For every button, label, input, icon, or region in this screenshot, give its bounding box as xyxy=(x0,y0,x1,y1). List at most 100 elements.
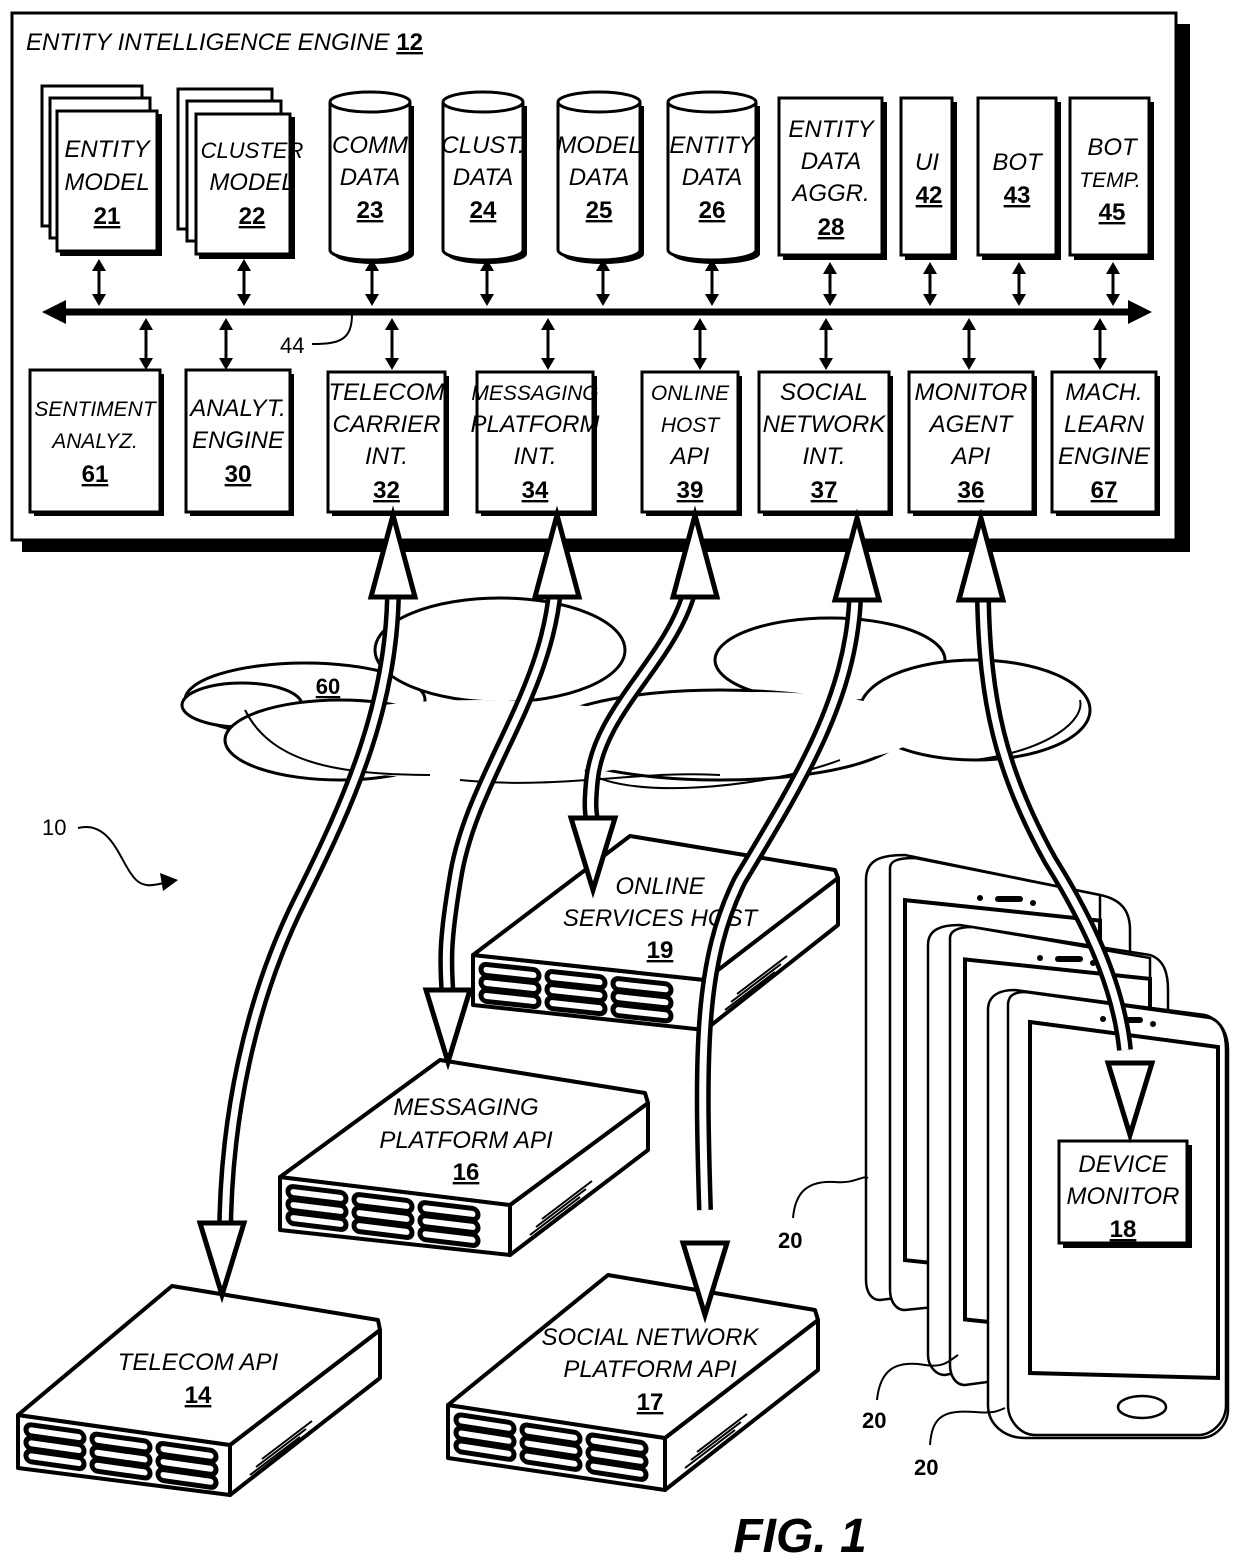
telecom-api-ref: 14 xyxy=(185,1382,212,1409)
aggr-label-3: AGGR. xyxy=(790,180,869,207)
cluster-model-label-2: MODEL xyxy=(209,169,294,196)
entity-model-ref: 21 xyxy=(94,203,121,230)
mach-learn-engine-67: MACH. LEARN ENGINE 67 xyxy=(1050,370,1160,516)
aggr-ref: 28 xyxy=(818,214,845,241)
messaging-platform-api-ref: 16 xyxy=(453,1159,480,1186)
social-network-platform-api-label-1: SOCIAL NETWORK xyxy=(542,1324,760,1351)
messaging-platform-int-label-2: PLATFORM xyxy=(471,411,600,438)
figure-label: FIG. 1 xyxy=(733,1510,866,1563)
analyt-engine-ref: 30 xyxy=(225,461,252,488)
clust-data-ref: 24 xyxy=(470,197,497,224)
analyt-engine-label-1: ANALYT. xyxy=(188,395,286,422)
social-network-int-label-2: NETWORK xyxy=(763,411,887,438)
server-messaging-platform-api-16: MESSAGING PLATFORM API 16 xyxy=(278,1058,650,1257)
model-data-label-1: MODEL xyxy=(556,132,641,159)
analyt-engine-label-2: ENGINE xyxy=(192,427,285,454)
monitor-agent-api-36: MONITOR AGENT API 36 xyxy=(907,370,1037,516)
bot-43: BOT 43 xyxy=(976,96,1061,260)
monitor-agent-api-label-3: API xyxy=(950,443,991,470)
comm-data-ref: 23 xyxy=(357,197,384,224)
mach-learn-engine-label-3: ENGINE xyxy=(1058,443,1151,470)
model-data-25: MODEL DATA 25 xyxy=(556,90,644,264)
server-telecom-api-14: TELECOM API 14 xyxy=(16,1284,382,1497)
sentiment-analyz-ref: 61 xyxy=(82,461,109,488)
clust-data-label-1: CLUST. xyxy=(441,132,524,159)
online-services-host-label-1: ONLINE xyxy=(615,873,705,900)
device-monitor-label-2: MONITOR xyxy=(1067,1183,1180,1210)
device-ref-label-3: 20 xyxy=(914,1455,938,1480)
social-network-int-label-1: SOCIAL xyxy=(780,379,868,406)
comm-data-label-1: COMM xyxy=(332,132,408,159)
social-network-int-label-3: INT. xyxy=(802,443,845,470)
online-host-api-label-3: API xyxy=(669,443,710,470)
online-host-api-label-1: ONLINE xyxy=(651,382,730,405)
cluster-model-22: CLUSTER MODEL 22 xyxy=(176,87,303,259)
entity-model-label-2: MODEL xyxy=(64,169,149,196)
bot-temp-label-1: BOT xyxy=(1087,134,1139,161)
entity-data-ref: 26 xyxy=(699,197,726,224)
cluster-model-ref: 22 xyxy=(239,203,266,230)
server-online-services-host-19: ONLINESERVICES HOST19 xyxy=(471,834,840,1032)
bot-temp-label-2: TEMP. xyxy=(1079,169,1140,192)
online-host-api-39: ONLINE HOST API 39 xyxy=(640,370,742,516)
bot-temp-45: BOT TEMP. 45 xyxy=(1068,96,1154,260)
messaging-platform-int-34: MESSAGING PLATFORM INT. 34 xyxy=(471,370,600,516)
device-monitor-18: DEVICE MONITOR 18 xyxy=(1057,1139,1192,1248)
mach-learn-engine-label-2: LEARN xyxy=(1064,411,1145,438)
monitor-agent-api-label-1: MONITOR xyxy=(915,379,1028,406)
messaging-platform-int-ref: 34 xyxy=(522,477,549,504)
social-network-int-37: SOCIAL NETWORK INT. 37 xyxy=(757,370,893,516)
entity-model-label-1: ENTITY xyxy=(64,136,151,163)
bus-ref-label: 44 xyxy=(280,333,304,358)
mach-learn-engine-ref: 67 xyxy=(1091,477,1118,504)
messaging-platform-int-label-3: INT. xyxy=(513,443,556,470)
telecom-carrier-int-label-1: TELECOM xyxy=(328,379,444,406)
patent-diagram: ENTITY INTELLIGENCE ENGINE 12 ENTITY MOD… xyxy=(10,11,1230,1563)
sentiment-analyz-label-2: ANALYZ. xyxy=(50,430,138,453)
telecom-api-label-1: TELECOM API xyxy=(118,1349,279,1376)
sentiment-analyz-61: SENTIMENT ANALYZ. 61 xyxy=(28,368,164,516)
engine-title: ENTITY INTELLIGENCE ENGINE 12 xyxy=(26,29,423,56)
ui-ref: 42 xyxy=(916,182,943,209)
entity-data-label-1: ENTITY xyxy=(669,132,756,159)
social-network-platform-api-ref: 17 xyxy=(637,1389,664,1416)
analyt-engine-30: ANALYT. ENGINE 30 xyxy=(184,368,294,516)
telecom-carrier-int-ref: 32 xyxy=(373,477,400,504)
clust-data-label-2: DATA xyxy=(453,164,513,191)
messaging-platform-api-label-1: MESSAGING xyxy=(393,1094,538,1121)
device-ref-label-1: 20 xyxy=(778,1228,802,1253)
model-data-ref: 25 xyxy=(586,197,613,224)
bot-ref: 43 xyxy=(1004,182,1031,209)
online-host-api-label-2: HOST xyxy=(661,414,722,437)
network-ref-label: 60 xyxy=(316,674,340,699)
user-devices-20: DEVICE MONITOR 18 20 20 20 xyxy=(778,853,1230,1480)
ui-42: UI 42 xyxy=(899,96,957,260)
monitor-agent-api-ref: 36 xyxy=(958,477,985,504)
telecom-carrier-int-32: TELECOM CARRIER INT. 32 xyxy=(326,370,449,516)
comm-data-label-2: DATA xyxy=(340,164,400,191)
messaging-platform-api-label-2: PLATFORM API xyxy=(379,1127,553,1154)
bot-label: BOT xyxy=(992,149,1044,176)
telecom-carrier-int-label-2: CARRIER xyxy=(332,411,440,438)
comm-data-23: COMM DATA 23 xyxy=(328,90,414,264)
online-host-api-ref: 39 xyxy=(677,477,704,504)
telecom-link-head-down xyxy=(196,1220,248,1304)
bot-temp-ref: 45 xyxy=(1099,199,1126,226)
messaging-platform-int-label-1: MESSAGING xyxy=(471,382,598,405)
entity-data-label-2: DATA xyxy=(682,164,742,191)
mach-learn-engine-label-1: MACH. xyxy=(1065,379,1142,406)
online-services-host-ref: 19 xyxy=(647,937,674,964)
model-data-label-2: DATA xyxy=(569,164,629,191)
device-monitor-label-1: DEVICE xyxy=(1078,1151,1168,1178)
system-ref-10: 10 xyxy=(42,815,178,891)
server-social-network-platform-api-17: SOCIAL NETWORK PLATFORM API 17 xyxy=(446,1273,820,1492)
system-ref-label: 10 xyxy=(42,815,66,840)
entity-data-26: ENTITY DATA 26 xyxy=(666,90,760,264)
monitor-agent-api-label-2: AGENT xyxy=(928,411,1015,438)
entity-model-21: ENTITY MODEL 21 xyxy=(40,84,162,256)
telecom-carrier-int-label-3: INT. xyxy=(365,443,408,470)
aggr-label-1: ENTITY xyxy=(788,116,875,143)
social-network-platform-api-label-2: PLATFORM API xyxy=(563,1356,737,1383)
sentiment-analyz-label-1: SENTIMENT xyxy=(34,398,158,421)
aggr-label-2: DATA xyxy=(801,148,861,175)
